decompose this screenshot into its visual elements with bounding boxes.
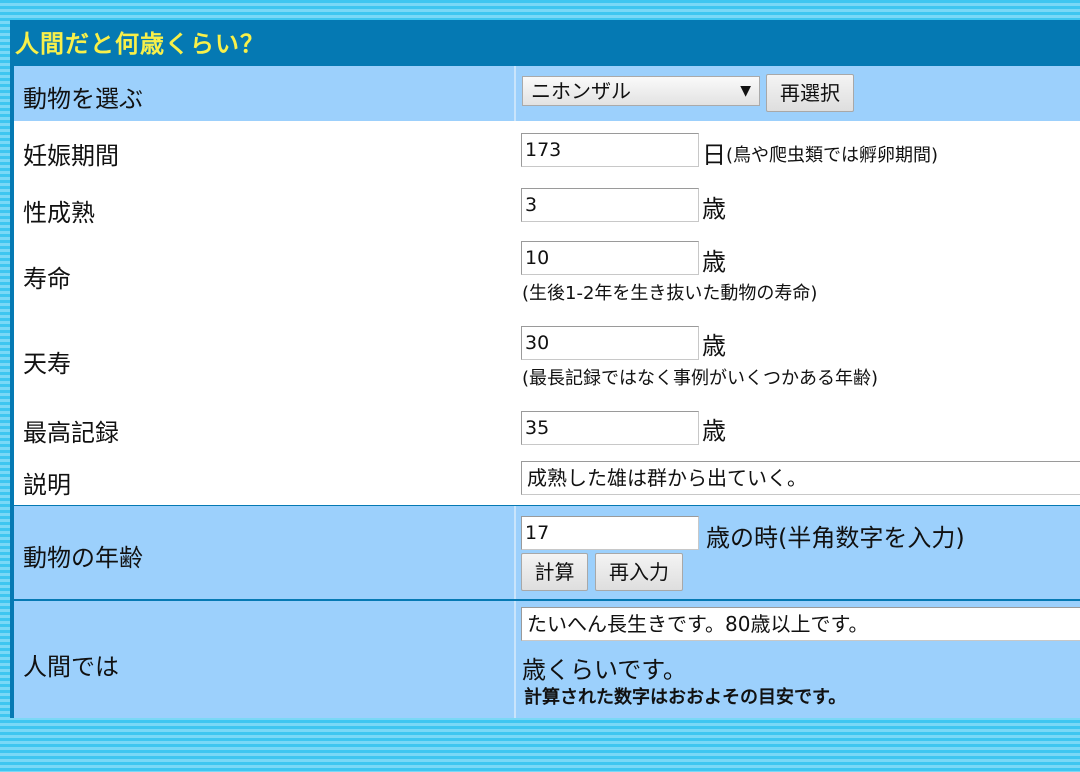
reselect-button[interactable]: 再選択 <box>766 74 854 112</box>
select-animal-row: 動物を選ぶ ニホンザル ▼ 再選択 <box>14 66 1080 121</box>
human-result-row: 人間では たいへん長生きです。80歳以上です。 歳くらいです。 計算された数字は… <box>14 601 1080 718</box>
column-divider <box>514 506 516 599</box>
lifespan-input[interactable]: 10 <box>521 241 699 275</box>
reenter-button[interactable]: 再入力 <box>595 553 683 591</box>
maturity-label: 性成熟 <box>23 199 95 227</box>
human-age-result-field: たいへん長生きです。80歳以上です。 <box>521 607 1080 641</box>
gestation-note: (鳥や爬虫類では孵卵期間) <box>726 145 939 166</box>
animal-age-row: 動物の年齢 17 歳の時(半角数字を入力) 計算 再入力 <box>14 506 1080 599</box>
description-field[interactable]: 成熟した雄は群から出ていく。 <box>521 461 1080 495</box>
record-label: 最高記録 <box>23 419 119 447</box>
column-divider <box>514 66 516 121</box>
estimate-disclaimer: 計算された数字はおおよその目安です。 <box>524 687 847 708</box>
natural-life-label: 天寿 <box>23 350 71 378</box>
animal-age-label: 動物の年齢 <box>23 544 143 572</box>
natural-life-note: (最長記録ではなく事例がいくつかある年齢) <box>522 368 879 389</box>
gestation-input[interactable]: 173 <box>521 133 699 167</box>
animal-age-unit: 歳の時(半角数字を入力) <box>706 524 965 552</box>
natural-life-input[interactable]: 30 <box>521 326 699 360</box>
animal-select[interactable]: ニホンザル ▼ <box>522 76 760 106</box>
maturity-unit: 歳 <box>702 195 726 223</box>
animal-info-block: 妊娠期間 173 日 (鳥や爬虫類では孵卵期間) 性成熟 3 歳 寿命 10 歳… <box>14 121 1080 505</box>
chevron-down-icon: ▼ <box>740 83 751 99</box>
gestation-label: 妊娠期間 <box>23 142 119 170</box>
animal-age-input[interactable]: 17 <box>521 516 699 550</box>
natural-life-unit: 歳 <box>702 332 726 360</box>
human-result-label: 人間では <box>23 653 119 681</box>
page-title: 人間だと何歳くらい？ <box>15 30 265 58</box>
column-divider <box>514 601 516 718</box>
maturity-input[interactable]: 3 <box>521 188 699 222</box>
animal-select-value: ニホンザル <box>531 79 631 103</box>
human-result-suffix: 歳くらいです。 <box>522 656 687 684</box>
record-unit: 歳 <box>702 417 726 445</box>
description-label: 説明 <box>23 471 71 499</box>
lifespan-note: (生後1-2年を生き抜いた動物の寿命) <box>522 283 818 304</box>
lifespan-label: 寿命 <box>23 265 71 293</box>
select-animal-label: 動物を選ぶ <box>23 85 143 113</box>
lifespan-unit: 歳 <box>702 248 726 276</box>
gestation-unit: 日 <box>702 141 726 169</box>
calculate-button[interactable]: 計算 <box>521 553 588 591</box>
record-input[interactable]: 35 <box>521 411 699 445</box>
